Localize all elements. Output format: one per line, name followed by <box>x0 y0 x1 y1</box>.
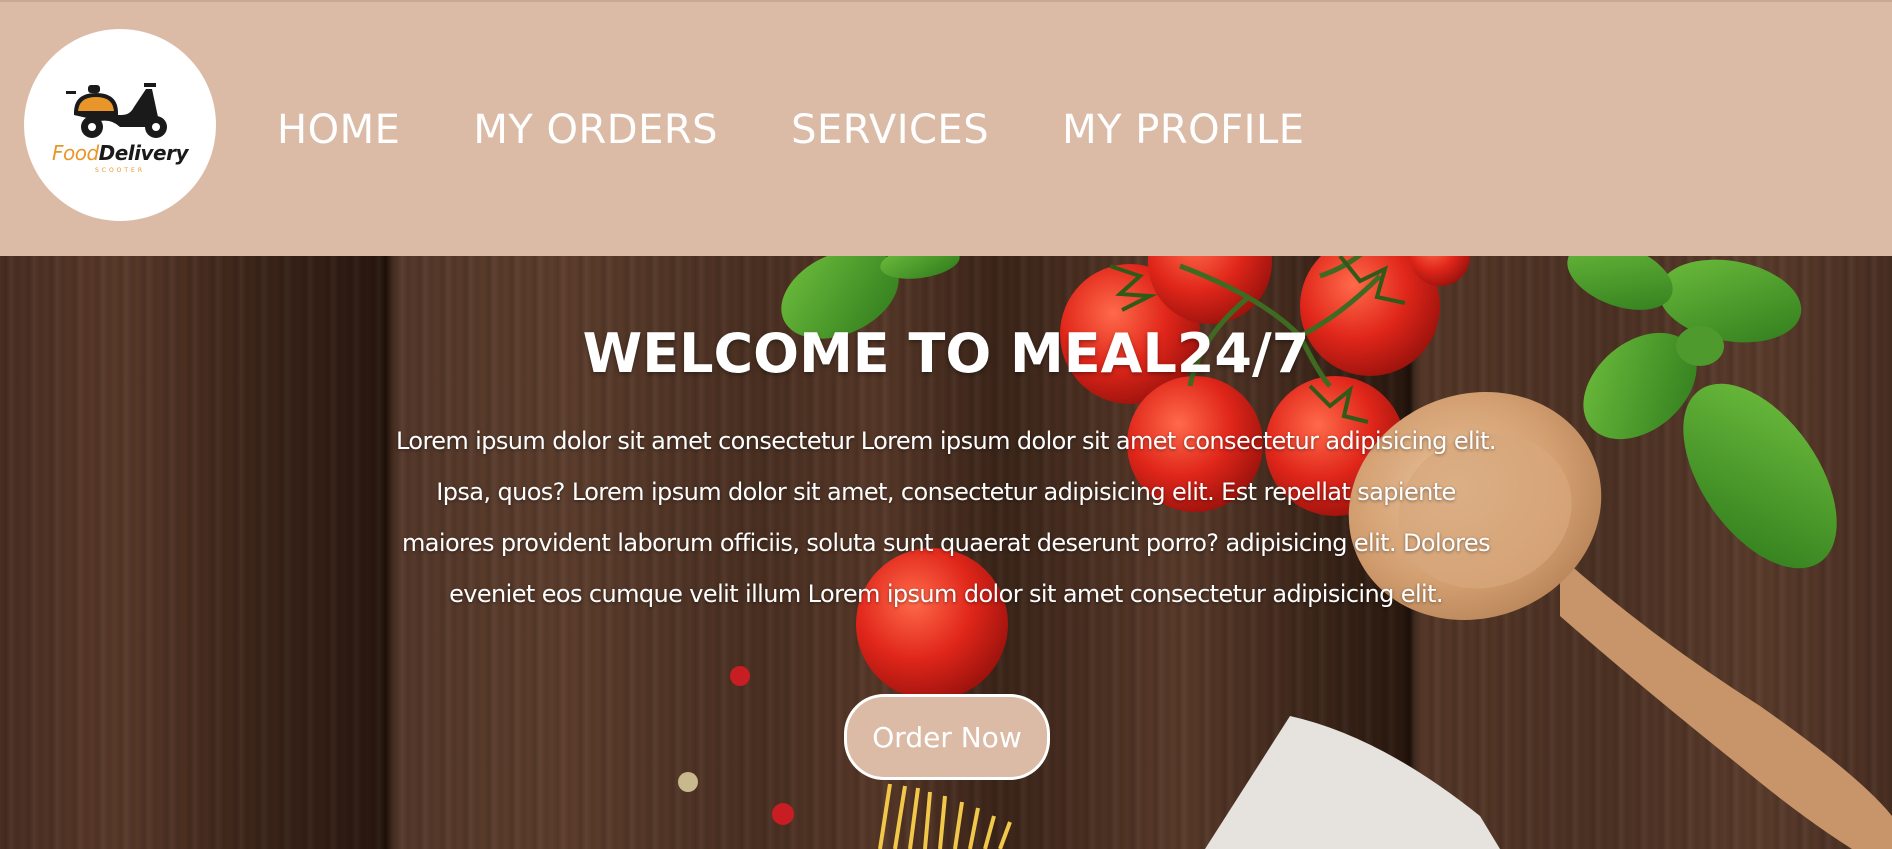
main-nav: HOME MY ORDERS SERVICES MY PROFILE <box>277 102 1305 158</box>
nav-item-home[interactable]: HOME <box>277 102 400 158</box>
pasta <box>878 783 1012 849</box>
basil-leaves-right <box>1567 256 1837 569</box>
logo-text-delivery: Delivery <box>98 141 189 165</box>
logo-text-food: Food <box>51 141 99 165</box>
site-header: FoodDelivery SCOOTER HOME MY ORDERS SERV… <box>0 0 1892 256</box>
hero-title: WELCOME TO MEAL24/7 <box>582 322 1310 385</box>
logo-wordmark: FoodDelivery <box>24 141 216 165</box>
nav-item-services[interactable]: SERVICES <box>791 102 989 158</box>
peppercorn <box>730 666 750 686</box>
scooter-icon <box>66 83 167 138</box>
nav-item-my-orders[interactable]: MY ORDERS <box>473 102 718 158</box>
peppercorn <box>772 803 794 825</box>
peppercorn <box>678 772 698 792</box>
napkin <box>1205 716 1500 849</box>
order-now-button[interactable]: Order Now <box>844 694 1050 780</box>
hero-section: WELCOME TO MEAL24/7 Lorem ipsum dolor si… <box>0 256 1892 849</box>
logo-subtext: SCOOTER <box>94 167 146 174</box>
nav-item-my-profile[interactable]: MY PROFILE <box>1062 102 1304 158</box>
hero-paragraph: Lorem ipsum dolor sit amet consectetur L… <box>396 427 1497 608</box>
logo[interactable]: FoodDelivery SCOOTER <box>24 29 216 221</box>
